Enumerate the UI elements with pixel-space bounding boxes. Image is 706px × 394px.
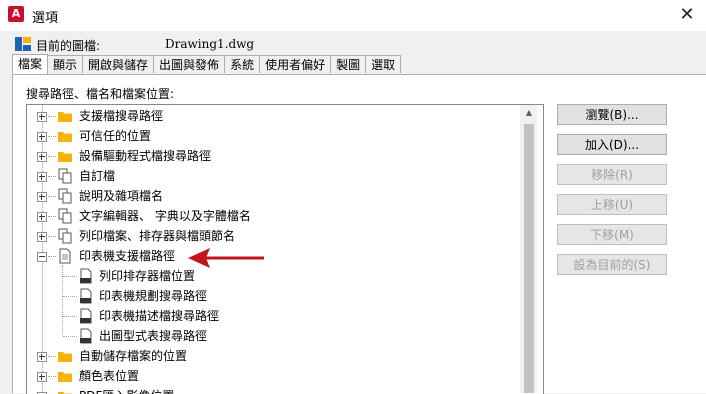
tab-strip: 檔案 顯示 開啟與儲存 出圖與發佈 系統 使用者偏好 製圖 選取 [12, 54, 402, 74]
expand-icon[interactable] [37, 152, 47, 162]
multi-file-icon [58, 208, 72, 224]
tab-display[interactable]: 顯示 [47, 55, 84, 73]
tree-item-label: 文字編輯器、 字典以及字體檔名 [79, 209, 251, 223]
expand-icon[interactable] [37, 352, 47, 362]
scroll-up-arrow-icon[interactable]: ▲ [524, 108, 534, 118]
set-current-button[interactable]: 設為目前的(S) [557, 254, 667, 275]
expand-icon[interactable] [37, 212, 47, 222]
tree-item-printer-description-path[interactable]: 印表機描述檔搜尋路徑 [27, 306, 517, 326]
tab-divider [12, 74, 706, 75]
expand-icon[interactable] [37, 112, 47, 122]
tab-drafting[interactable]: 製圖 [330, 55, 367, 73]
tree-item-label: 顏色表位置 [79, 369, 140, 383]
tab-selection[interactable]: 選取 [365, 55, 402, 73]
window-title: 選項 [32, 11, 59, 26]
tab-user-preferences[interactable]: 使用者偏好 [259, 55, 332, 73]
tree-item-label: 印表機規劃搜尋路徑 [99, 289, 208, 303]
tree-heading: 搜尋路徑、檔名和檔案位置: [26, 87, 175, 101]
folder-icon [58, 372, 72, 382]
move-down-button[interactable]: 下移(M) [557, 224, 667, 245]
tree-item-label: 說明及雜項檔名 [79, 189, 164, 203]
tree-item-help-misc[interactable]: 說明及雜項檔名 [27, 186, 517, 206]
tree-item-printer-support-path[interactable]: 印表機支援檔路徑 [27, 246, 517, 266]
add-button[interactable]: 加入(D)... [557, 134, 667, 155]
close-button[interactable]: ✕ [672, 2, 702, 28]
annotation-arrow-icon [188, 248, 264, 268]
expand-icon[interactable] [37, 132, 47, 142]
tree-item-label: 印表機描述檔搜尋路徑 [99, 309, 220, 323]
tree-item-color-book-location[interactable]: 顏色表位置 [27, 366, 517, 386]
expand-icon[interactable] [37, 192, 47, 202]
tree-item-label: 可信任的位置 [79, 129, 152, 143]
browse-button[interactable]: 瀏覽(B)... [557, 104, 667, 125]
title-bar [0, 0, 706, 31]
autocad-app-icon: A [8, 6, 24, 22]
tab-files[interactable]: 檔案 [12, 54, 49, 74]
scrollbar-thumb[interactable] [524, 124, 534, 393]
tab-system[interactable]: 系統 [224, 55, 261, 73]
tree-item-trusted-locations[interactable]: 可信任的位置 [27, 126, 517, 146]
current-drawing-name: Drawing1.dwg [165, 37, 255, 51]
tree-item-printer-config-path[interactable]: 印表機規劃搜尋路徑 [27, 286, 517, 306]
tree-item-device-driver-path[interactable]: 設備驅動程式檔搜尋路徑 [27, 146, 517, 166]
multi-file-icon [58, 228, 72, 244]
tree-item-print-file-spooler[interactable]: 列印檔案、排存器與檔頭節名 [27, 226, 517, 246]
folder-icon [58, 392, 72, 394]
tree-item-label: 列印排存器檔位置 [99, 269, 196, 283]
search-path-tree[interactable]: 支援檔搜尋路徑 可信任的位置 設備驅動程式檔搜尋路徑 自訂檔 說明及雜項檔名 文… [26, 104, 544, 394]
document-icon [59, 248, 71, 264]
tab-plot-publish[interactable]: 出圖與發佈 [153, 55, 226, 73]
tree-item-label: 印表機支援檔路徑 [79, 249, 176, 263]
current-drawing-label: 目前的圖檔: [36, 39, 101, 53]
tab-open-save[interactable]: 開啟與儲存 [82, 55, 155, 73]
tree-item-label: 支援檔搜尋路徑 [79, 109, 164, 123]
tree-item-plot-style-path[interactable]: 出圖型式表搜尋路徑 [27, 326, 517, 346]
folder-icon [58, 352, 72, 362]
tree-item-autosave-location[interactable]: 自動儲存檔案的位置 [27, 346, 517, 366]
plt-file-icon [80, 268, 92, 284]
multi-file-icon [58, 188, 72, 204]
plt-file-icon [80, 328, 92, 344]
tree-item-customization-files[interactable]: 自訂檔 [27, 166, 517, 186]
tree-item-support-path[interactable]: 支援檔搜尋路徑 [27, 106, 517, 126]
multi-file-icon [58, 168, 72, 184]
folder-icon [58, 112, 72, 122]
expand-icon[interactable] [37, 172, 47, 182]
remove-button[interactable]: 移除(R) [557, 164, 667, 185]
tree-item-label: 出圖型式表搜尋路徑 [99, 329, 208, 343]
move-up-button[interactable]: 上移(U) [557, 194, 667, 215]
plt-file-icon [80, 288, 92, 304]
tree-item-label: 自動儲存檔案的位置 [79, 349, 188, 363]
tree-item-label: 設備驅動程式檔搜尋路徑 [79, 149, 212, 163]
tree-item-label: 列印檔案、排存器與檔頭節名 [79, 229, 236, 243]
plt-file-icon [80, 308, 92, 324]
expand-icon[interactable] [37, 232, 47, 242]
folder-icon [58, 152, 72, 162]
collapse-icon[interactable] [37, 252, 47, 262]
drawing-file-icon [15, 37, 31, 51]
expand-icon[interactable] [37, 372, 47, 382]
tree-item-print-spooler-location[interactable]: 列印排存器檔位置 [27, 266, 517, 286]
tree-item-text-editor-fonts[interactable]: 文字編輯器、 字典以及字體檔名 [27, 206, 517, 226]
folder-icon [58, 132, 72, 142]
tree-item-label: 自訂檔 [79, 169, 116, 183]
